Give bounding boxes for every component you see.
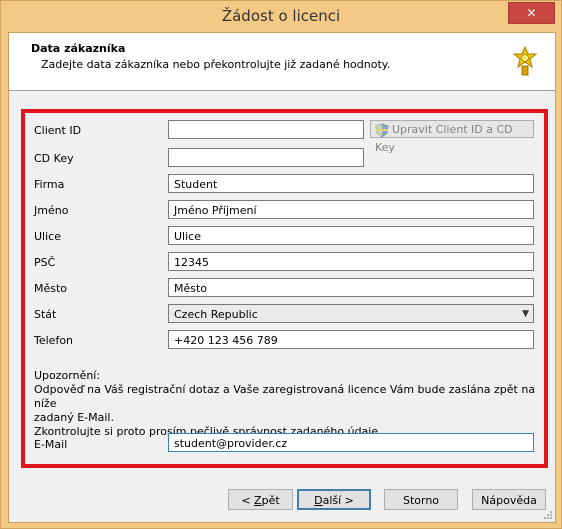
phone-label: Telefon xyxy=(34,334,74,347)
next-button[interactable]: Další > xyxy=(297,489,371,510)
client-id-input[interactable] xyxy=(168,120,364,139)
notice-line-2: zadaný E-Mail. xyxy=(34,411,114,424)
next-suffix: alší > xyxy=(322,494,354,507)
cd-key-input[interactable] xyxy=(168,148,364,167)
dialog-client-area: Data zákazníka Zadejte data zákazníka ne… xyxy=(8,32,556,523)
email-input[interactable]: student@provider.cz xyxy=(168,433,534,452)
country-select[interactable]: Czech Republic ▼ xyxy=(168,304,534,323)
title-bar[interactable]: Žádost o licenci ✕ xyxy=(1,1,561,32)
country-label: Stát xyxy=(34,308,57,321)
next-accesskey: D xyxy=(314,494,323,507)
phone-input[interactable]: +420 123 456 789 xyxy=(168,330,534,349)
edit-client-id-button[interactable]: Upravit Client ID a CD Key xyxy=(370,120,534,154)
cancel-button[interactable]: Storno xyxy=(384,489,458,510)
header-title: Data zákazníka xyxy=(31,42,126,55)
company-label: Firma xyxy=(34,178,65,191)
resize-grip-icon[interactable] xyxy=(543,510,553,520)
country-selected-value: Czech Republic xyxy=(174,308,258,321)
header-subtitle: Zadejte data zákazníka nebo překontroluj… xyxy=(41,58,391,71)
close-button[interactable]: ✕ xyxy=(508,2,555,24)
city-input[interactable]: Město xyxy=(168,278,534,297)
cd-key-label: CD Key xyxy=(34,152,74,165)
postal-code-label: PSČ xyxy=(34,256,56,269)
award-medal-icon xyxy=(512,46,538,76)
company-input[interactable]: Student xyxy=(168,174,534,193)
email-label: E-Mail xyxy=(34,438,68,451)
back-button[interactable]: < Zpět xyxy=(228,489,293,510)
notice-text: Upozornění: Odpověď na Váš registrační d… xyxy=(34,369,555,439)
client-id-label: Client ID xyxy=(34,124,82,137)
help-button[interactable]: Nápověda xyxy=(472,489,546,510)
name-input[interactable]: Jméno Příjmení xyxy=(168,200,534,219)
street-label: Ulice xyxy=(34,230,61,243)
name-label: Jméno xyxy=(34,204,69,217)
uac-shield-icon xyxy=(375,123,389,138)
notice-heading: Upozornění: xyxy=(34,369,101,382)
city-label: Město xyxy=(34,282,68,295)
license-request-window: Žádost o licenci ✕ Data zákazníka Zadejt… xyxy=(0,0,562,529)
back-suffix: pět xyxy=(261,494,280,507)
postal-code-input[interactable]: 12345 xyxy=(168,252,534,271)
back-accesskey: Z xyxy=(254,494,262,507)
notice-line-1: Odpověď na Váš registrační dotaz a Vaše … xyxy=(34,383,536,410)
street-input[interactable]: Ulice xyxy=(168,226,534,245)
window-title: Žádost o licenci xyxy=(221,7,341,25)
wizard-header: Data zákazníka Zadejte data zákazníka ne… xyxy=(9,33,555,91)
back-prefix: < xyxy=(241,494,255,507)
chevron-down-icon: ▼ xyxy=(522,309,529,319)
